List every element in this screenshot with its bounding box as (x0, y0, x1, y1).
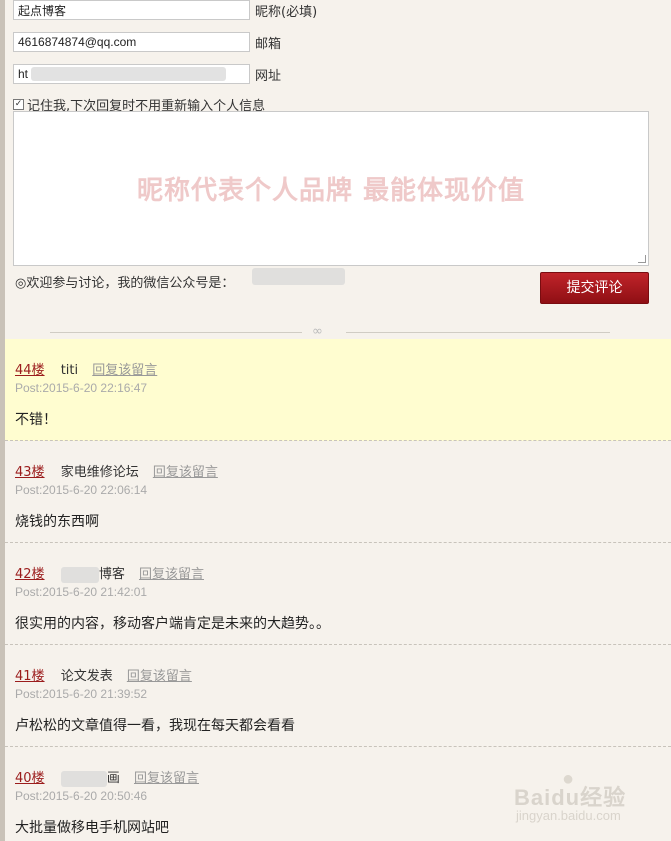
textarea-slogan: 昵称代表个人品牌 最能体现价值 (136, 176, 526, 206)
reply-link[interactable]: 回复该留言 (153, 465, 218, 480)
reply-link[interactable]: 回复该留言 (92, 363, 157, 378)
comment-header: 42楼 博客 回复该留言 (15, 563, 204, 583)
comment-floor-link[interactable]: 43楼 (15, 465, 45, 480)
comment-header: 41楼 论文发表 回复该留言 (15, 665, 192, 684)
comment-timestamp: Post:2015-6-20 22:16:47 (15, 381, 148, 395)
comment-header: 40楼 画 回复该留言 (15, 767, 199, 787)
url-label: 网址 (255, 69, 282, 84)
submit-comment-button[interactable]: 提交评论 (540, 272, 649, 304)
wechat-id-redacted-blur (252, 268, 345, 285)
section-divider: ∞ (50, 324, 610, 339)
comment-body: 卢松松的文章值得一看，我现在每天都会看看 (15, 718, 295, 734)
email-input[interactable] (13, 32, 250, 52)
url-redacted-blur (31, 67, 226, 81)
reply-link[interactable]: 回复该留言 (134, 771, 199, 786)
comment-header: 44楼 titi 回复该留言 (15, 359, 157, 378)
wechat-note-text: ◎欢迎参与讨论，我的微信公众号是： (15, 276, 235, 291)
reply-link[interactable]: 回复该留言 (139, 567, 204, 582)
divider-line-left (50, 332, 302, 333)
link-ornament-icon: ∞ (312, 324, 323, 339)
wechat-note: ◎欢迎参与讨论，我的微信公众号是： (15, 272, 234, 291)
remember-checkbox[interactable]: ✓ (13, 99, 24, 110)
author-redacted-blur (60, 566, 99, 583)
comment-author: titi (60, 363, 79, 378)
comment-header: 43楼 家电维修论坛 回复该留言 (15, 461, 218, 480)
url-row: 网址 (13, 64, 281, 84)
comment-author: 博客 (98, 567, 125, 582)
nickname-input[interactable] (13, 0, 250, 20)
comment-floor-link[interactable]: 41楼 (15, 669, 45, 684)
comment-timestamp: Post:2015-6-20 21:42:01 (15, 585, 148, 599)
comment-timestamp: Post:2015-6-20 21:39:52 (15, 687, 148, 701)
comment-floor-link[interactable]: 42楼 (15, 567, 45, 582)
baidu-jingyan-watermark: ● Baidu经验 jingyan.baidu.com (510, 768, 640, 830)
comment-textarea[interactable]: 昵称代表个人品牌 最能体现价值 (13, 111, 649, 266)
resize-grip-icon[interactable] (638, 255, 646, 263)
comment-item: 42楼 博客 回复该留言 Post:2015-6-20 21:42:01 很实用… (5, 543, 671, 645)
nickname-row: 昵称(必填) (13, 0, 317, 20)
comment-body: 不错！ (15, 412, 57, 428)
comment-author: 论文发表 (60, 669, 113, 684)
comment-author: 画 (106, 771, 120, 786)
email-row: 邮箱 (13, 32, 281, 52)
comment-item: 44楼 titi 回复该留言 Post:2015-6-20 22:16:47 不… (5, 339, 671, 441)
comment-item: 43楼 家电维修论坛 回复该留言 Post:2015-6-20 22:06:14… (5, 441, 671, 543)
nickname-label: 昵称(必填) (255, 5, 318, 20)
reply-link[interactable]: 回复该留言 (127, 669, 192, 684)
comment-list: 44楼 titi 回复该留言 Post:2015-6-20 22:16:47 不… (5, 339, 671, 841)
comment-timestamp: Post:2015-6-20 20:50:46 (15, 789, 148, 803)
email-label: 邮箱 (255, 37, 282, 52)
watermark-sub: jingyan.baidu.com (516, 808, 621, 823)
comment-floor-link[interactable]: 44楼 (15, 363, 45, 378)
comment-body: 很实用的内容，移动客户端肯定是未来的大趋势。。 (15, 616, 330, 632)
comment-floor-link[interactable]: 40楼 (15, 771, 45, 786)
comment-body: 烧钱的东西啊 (15, 514, 99, 530)
divider-line-right (346, 332, 610, 333)
comment-author: 家电维修论坛 (60, 465, 139, 480)
comment-body: 大批量做移电手机网站吧 (15, 820, 169, 836)
author-redacted-blur (60, 770, 107, 787)
comment-timestamp: Post:2015-6-20 22:06:14 (15, 483, 148, 497)
comment-item: 41楼 论文发表 回复该留言 Post:2015-6-20 21:39:52 卢… (5, 645, 671, 747)
